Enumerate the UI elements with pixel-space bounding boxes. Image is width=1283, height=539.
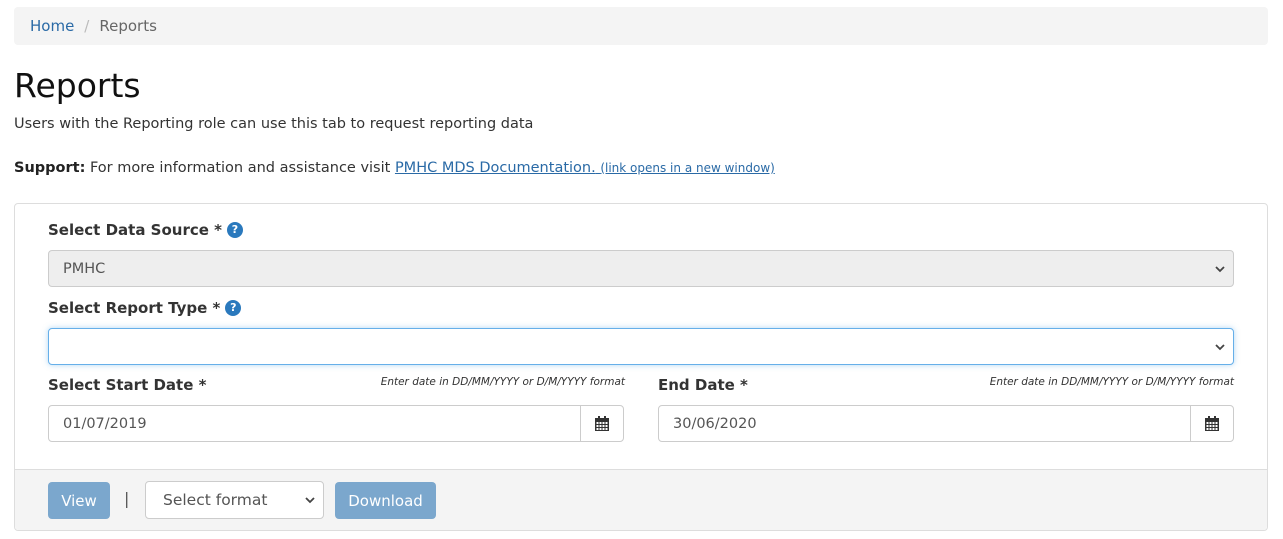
page-title: Reports: [14, 66, 141, 105]
breadcrumb-home-link[interactable]: Home: [30, 17, 74, 35]
start-date-input[interactable]: 01/07/2019: [49, 406, 580, 441]
start-date-calendar-button[interactable]: [580, 406, 623, 441]
end-date-hint: Enter date in DD/MM/YYYY or D/M/YYYY for…: [989, 376, 1234, 388]
panel-footer: View | Select format Download: [15, 469, 1267, 530]
chevron-down-icon: [1215, 343, 1225, 350]
help-icon[interactable]: ?: [226, 222, 243, 238]
report-type-label-text: Select Report Type *: [48, 299, 221, 317]
breadcrumb: Home / Reports: [14, 7, 1268, 45]
support-label: Support:: [14, 160, 86, 176]
start-date-label: Select Start Date *: [48, 376, 207, 394]
view-button[interactable]: View: [48, 482, 110, 519]
report-form-panel: Select Data Source * ? PMHC Select Repor…: [14, 203, 1268, 531]
documentation-link-note: (link opens in a new window): [600, 161, 775, 175]
help-icon[interactable]: ?: [225, 300, 242, 316]
support-description: For more information and assistance visi…: [89, 160, 391, 176]
report-type-select[interactable]: [48, 328, 1234, 365]
data-source-value: PMHC: [63, 260, 106, 277]
support-text: Support: For more information and assist…: [14, 160, 775, 176]
chevron-down-icon: [305, 497, 315, 504]
footer-separator: |: [124, 489, 130, 508]
documentation-link[interactable]: PMHC MDS Documentation. (link opens in a…: [395, 160, 775, 176]
start-date-hint: Enter date in DD/MM/YYYY or D/M/YYYY for…: [380, 376, 625, 388]
end-date-input[interactable]: 30/06/2020: [659, 406, 1190, 441]
data-source-label: Select Data Source * ?: [48, 221, 243, 239]
page-subtitle: Users with the Reporting role can use th…: [14, 116, 534, 132]
calendar-icon: [595, 416, 609, 431]
chevron-down-icon: [1215, 265, 1225, 272]
breadcrumb-current: Reports: [99, 17, 157, 35]
start-date-input-group: 01/07/2019: [48, 405, 624, 442]
calendar-icon: [1205, 416, 1219, 431]
data-source-label-text: Select Data Source *: [48, 221, 222, 239]
documentation-link-text: PMHC MDS Documentation.: [394, 160, 596, 176]
data-source-select[interactable]: PMHC: [48, 250, 1234, 287]
report-type-label: Select Report Type * ?: [48, 299, 242, 317]
format-select[interactable]: Select format: [145, 481, 324, 519]
end-date-calendar-button[interactable]: [1190, 406, 1233, 441]
breadcrumb-separator: /: [84, 17, 90, 35]
format-select-value: Select format: [163, 491, 268, 509]
download-button[interactable]: Download: [335, 482, 436, 519]
end-date-label: End Date *: [658, 376, 748, 394]
end-date-input-group: 30/06/2020: [658, 405, 1234, 442]
